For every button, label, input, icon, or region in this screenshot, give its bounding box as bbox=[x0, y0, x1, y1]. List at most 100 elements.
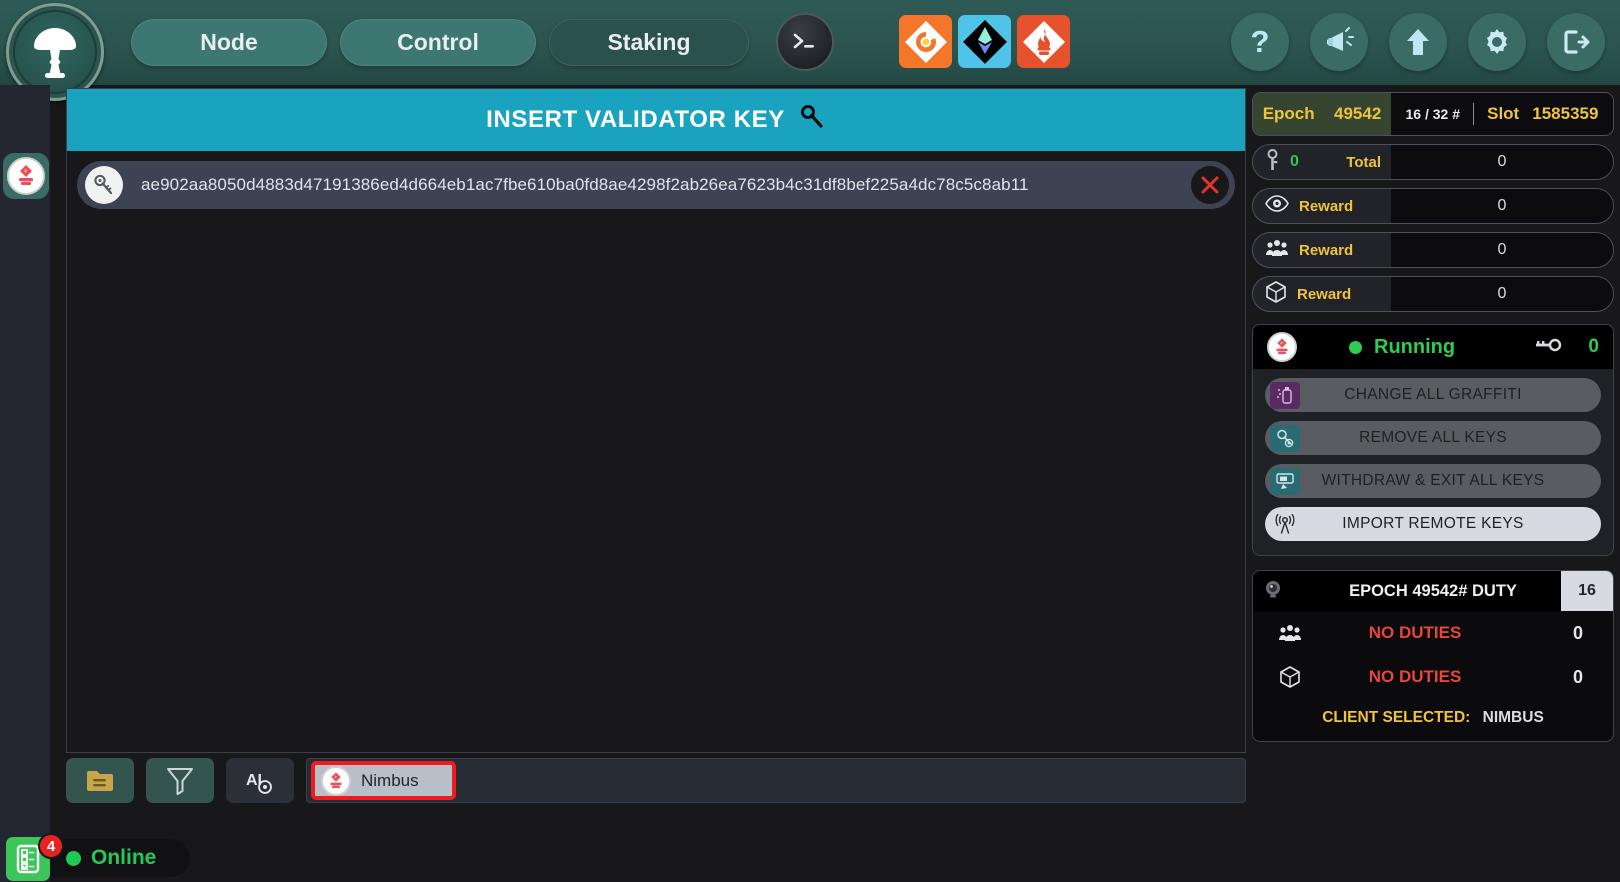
withdraw-exit-all-keys-button[interactable]: WITHDRAW & EXIT ALL KEYS bbox=[1265, 464, 1601, 498]
total-label: Total bbox=[1346, 153, 1381, 171]
block-reward-value: 0 bbox=[1391, 277, 1613, 311]
online-status-dot bbox=[66, 850, 81, 866]
client-selected-row: CLIENT SELECTED: NIMBUS bbox=[1253, 699, 1613, 741]
tab-node[interactable]: Node bbox=[131, 19, 327, 66]
sync-reward-label: Reward bbox=[1299, 241, 1354, 259]
withdraw-exit-all-keys-label: WITHDRAW & EXIT ALL KEYS bbox=[1321, 472, 1545, 489]
sync-left: Reward bbox=[1253, 233, 1391, 267]
client-selector-bar: Nimbus bbox=[306, 758, 1246, 803]
total-keys-left: 0 Total bbox=[1253, 145, 1391, 179]
epoch-section: Epoch 49542 bbox=[1253, 93, 1391, 135]
attestation-reward-value: 0 bbox=[1391, 189, 1613, 223]
bottom-toolbar: AI Nimbus bbox=[66, 757, 1246, 804]
running-status-dot bbox=[1349, 340, 1362, 354]
validator-key-row[interactable]: ae902aa8050d4883d47191386ed4d664eb1ac7fb… bbox=[77, 161, 1235, 209]
total-keys-row: 0 Total 0 bbox=[1252, 144, 1614, 180]
key-small-icon bbox=[1265, 148, 1280, 176]
close-x-icon[interactable] bbox=[1191, 166, 1229, 204]
ai-text-icon[interactable]: AI bbox=[226, 758, 294, 803]
block-left: Reward bbox=[1253, 277, 1391, 311]
key-remove-icon bbox=[1270, 424, 1300, 452]
grafana-icon[interactable] bbox=[899, 15, 952, 68]
duty-block-text: NO DUTIES bbox=[1368, 667, 1462, 686]
remote-signal-icon bbox=[1270, 511, 1300, 538]
remove-all-keys-label: REMOVE ALL KEYS bbox=[1359, 429, 1507, 446]
atm-withdraw-icon bbox=[1270, 467, 1300, 495]
help-icon[interactable]: ? bbox=[1231, 13, 1289, 71]
sync-reward-row: Reward 0 bbox=[1252, 232, 1614, 268]
webcam-icon bbox=[1263, 579, 1283, 604]
tab-control[interactable]: Control bbox=[340, 19, 536, 66]
tab-staking[interactable]: Staking bbox=[549, 19, 749, 66]
divider bbox=[1473, 103, 1475, 125]
page-title: INSERT VALIDATOR KEY bbox=[486, 106, 785, 133]
attestation-left: Reward bbox=[1253, 189, 1391, 223]
client-chip-nimbus[interactable]: Nimbus bbox=[311, 761, 456, 800]
header-action-icons: ? bbox=[1231, 13, 1605, 71]
epoch-slot-bar: Epoch 49542 16 / 32 # Slot 1585359 bbox=[1252, 92, 1614, 136]
nimbus-client-icon bbox=[321, 765, 351, 796]
duty-block-value: 0 bbox=[1572, 666, 1583, 687]
client-running-row: Running 0 bbox=[1253, 325, 1613, 369]
key-count-icon bbox=[1534, 338, 1562, 357]
key-avatar-icon bbox=[85, 166, 123, 204]
nimbus-client-icon bbox=[1267, 332, 1297, 362]
duty-row-block: NO DUTIES 0 bbox=[1253, 655, 1613, 699]
main-panel: INSERT VALIDATOR KEY ae902aa8050d4883d47… bbox=[66, 88, 1246, 753]
filter-funnel-icon[interactable] bbox=[146, 758, 214, 803]
running-status-label: Running bbox=[1374, 335, 1456, 358]
left-sidebar bbox=[0, 85, 50, 882]
key-icon bbox=[800, 104, 826, 137]
remove-all-keys-button[interactable]: REMOVE ALL KEYS bbox=[1265, 421, 1601, 455]
duty-slot-number: 16 bbox=[1561, 571, 1613, 611]
logout-icon[interactable] bbox=[1547, 13, 1605, 71]
change-all-graffiti-button[interactable]: CHANGE ALL GRAFFITI bbox=[1265, 378, 1601, 412]
announcement-megaphone-icon[interactable] bbox=[1310, 13, 1368, 71]
nimbus-client-icon bbox=[7, 157, 45, 195]
import-remote-keys-button[interactable]: IMPORT REMOTE KEYS bbox=[1265, 507, 1601, 541]
import-remote-keys-label: IMPORT REMOTE KEYS bbox=[1342, 515, 1524, 532]
validator-key-list: ae902aa8050d4883d47191386ed4d664eb1ac7fb… bbox=[67, 151, 1245, 752]
duty-row-sync: NO DUTIES 0 bbox=[1253, 611, 1613, 655]
slot-section: 16 / 32 # Slot 1585359 bbox=[1391, 93, 1613, 135]
running-key-count: 0 bbox=[1588, 336, 1599, 357]
folder-open-icon[interactable] bbox=[66, 758, 134, 803]
epoch-label: Epoch bbox=[1262, 104, 1315, 123]
client-selected-value: NIMBUS bbox=[1482, 709, 1544, 726]
epoch-duty-panel: EPOCH 49542# DUTY 16 NO DUTIES 0 NO DUTI… bbox=[1252, 570, 1614, 742]
checklist-icon[interactable]: 4 bbox=[6, 833, 64, 881]
block-reward-row: Reward 0 bbox=[1252, 276, 1614, 312]
duty-panel-title: EPOCH 49542# DUTY bbox=[1349, 581, 1517, 600]
attestation-reward-label: Reward bbox=[1299, 197, 1354, 215]
attestation-reward-row: Reward 0 bbox=[1252, 188, 1614, 224]
terminal-icon[interactable] bbox=[776, 13, 834, 71]
right-sidebar: Epoch 49542 16 / 32 # Slot 1585359 0 Tot… bbox=[1246, 88, 1620, 882]
change-all-graffiti-label: CHANGE ALL GRAFFITI bbox=[1344, 386, 1522, 403]
sidebar-item-nimbus-client[interactable] bbox=[3, 153, 49, 199]
spray-can-icon bbox=[1270, 381, 1300, 409]
total-value: 0 bbox=[1391, 145, 1613, 179]
epoch-fraction: 16 / 32 # bbox=[1405, 106, 1461, 122]
update-arrow-up-icon[interactable] bbox=[1389, 13, 1447, 71]
block-proposal-icon bbox=[1263, 665, 1317, 689]
key-count: 0 bbox=[1290, 153, 1299, 170]
epoch-value: 49542 bbox=[1334, 104, 1382, 123]
eye-attestation-icon bbox=[1265, 195, 1289, 217]
main-nav-tabs: Node Control Staking bbox=[131, 19, 749, 66]
service-icons bbox=[899, 15, 1070, 68]
duty-panel-header: EPOCH 49542# DUTY 16 bbox=[1253, 571, 1613, 611]
client-control-panel: Running 0 CHANGE ALL GRAFFITI REMOVE ALL… bbox=[1252, 324, 1614, 556]
slot-value: 1585359 bbox=[1532, 104, 1599, 123]
block-proposal-icon bbox=[1265, 280, 1287, 309]
sync-committee-icon bbox=[1265, 238, 1289, 263]
client-chip-label: Nimbus bbox=[361, 770, 419, 790]
validator-pubkey: ae902aa8050d4883d47191386ed4d664eb1ac7fb… bbox=[141, 175, 1029, 194]
help-glyph: ? bbox=[1250, 24, 1270, 59]
settings-gear-icon[interactable] bbox=[1468, 13, 1526, 71]
top-header: Node Control Staking ? bbox=[0, 0, 1620, 101]
client-selected-label: CLIENT SELECTED: bbox=[1322, 709, 1471, 726]
ethereum-icon[interactable] bbox=[958, 15, 1011, 68]
block-reward-label: Reward bbox=[1297, 285, 1352, 303]
page-title-bar: INSERT VALIDATOR KEY bbox=[67, 89, 1245, 151]
prometheus-icon[interactable] bbox=[1017, 15, 1070, 68]
